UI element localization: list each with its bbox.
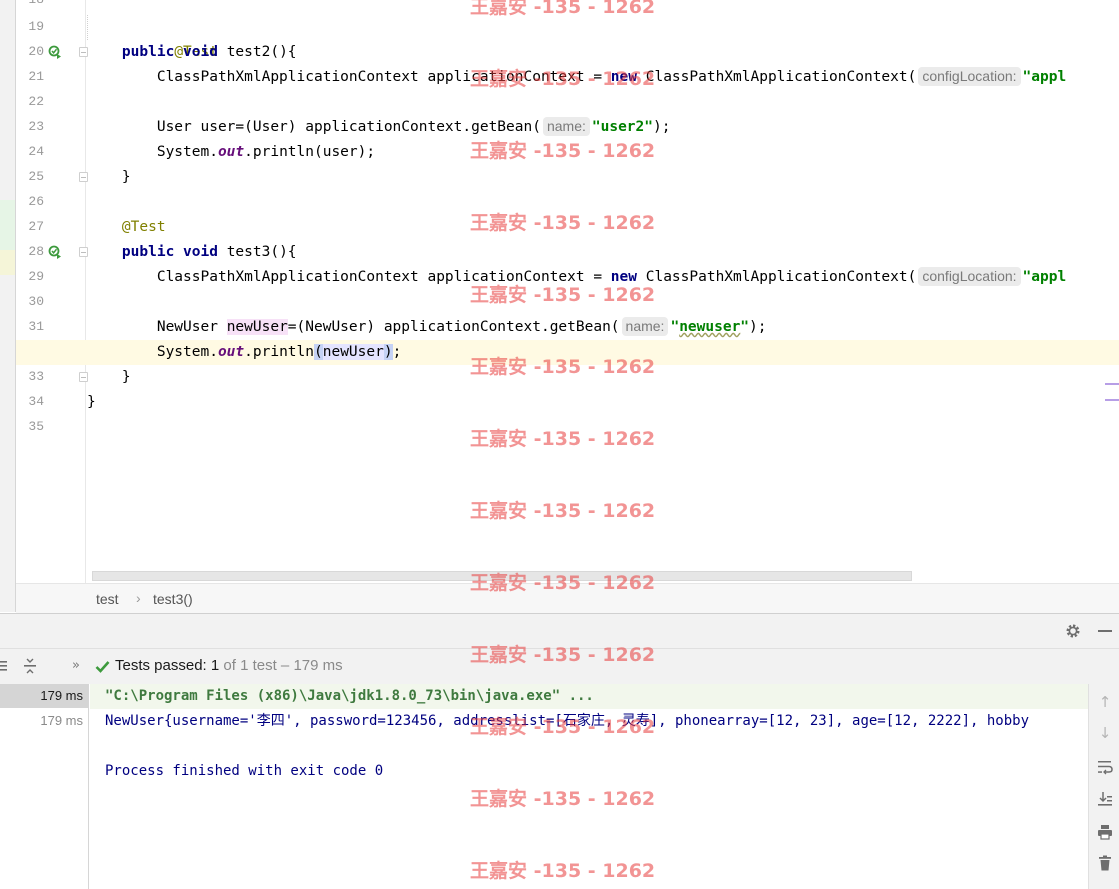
- code-line: }: [87, 394, 96, 410]
- sort-icon[interactable]: [22, 658, 38, 674]
- param-hint: name:: [542, 117, 590, 136]
- breadcrumb-separator: ›: [136, 590, 141, 606]
- line-number: 33: [28, 369, 44, 384]
- test-tree-row-selected[interactable]: 179 ms: [0, 684, 88, 708]
- breadcrumb-class[interactable]: test: [96, 591, 119, 607]
- line-number: 23: [28, 119, 44, 134]
- project-panel-edge[interactable]: er ory nt es: [0, 0, 16, 612]
- code-line: ClassPathXmlApplicationContext applicati…: [156, 267, 1067, 286]
- code-line: System.out.println(user);: [156, 144, 376, 160]
- run-panel-header: [0, 613, 1119, 648]
- line-number: 34: [28, 394, 44, 409]
- line-number: 18: [22, 0, 44, 7]
- code-line: User user=(User) applicationContext.getB…: [156, 117, 671, 136]
- code-line: }: [121, 169, 131, 185]
- console-side-toolbar: ↑ ↓: [1088, 684, 1119, 889]
- print-icon[interactable]: [1097, 824, 1113, 840]
- soft-wrap-icon[interactable]: [1097, 759, 1113, 775]
- trash-icon[interactable]: [1097, 855, 1113, 871]
- param-hint: configLocation:: [918, 67, 1021, 86]
- error-stripe[interactable]: [1105, 383, 1119, 403]
- line-number: 19: [28, 19, 44, 34]
- line-number: 25: [28, 169, 44, 184]
- line-number: 28: [28, 244, 44, 259]
- code-editor[interactable]: 18 19 20 21 22 23 24 25 26 27 28 29 30 3…: [0, 0, 1119, 583]
- console-output-line: NewUser{username='李四', password=123456, …: [105, 713, 1030, 729]
- run-test-icon[interactable]: [48, 245, 62, 259]
- line-number: 27: [28, 219, 44, 234]
- code-line: }: [121, 369, 131, 385]
- console-command-line[interactable]: "C:\Program Files (x86)\Java\jdk1.8.0_73…: [105, 684, 594, 709]
- code-area[interactable]: @Test public void test2(){ ClassPathXmlA…: [16, 0, 1119, 583]
- breadcrumb: test › test3(): [16, 583, 1119, 613]
- check-icon: [95, 661, 110, 673]
- scroll-down-icon[interactable]: ↓: [1097, 725, 1113, 741]
- line-number: 22: [28, 94, 44, 109]
- more-icon[interactable]: »: [72, 658, 80, 673]
- code-line: public void test2(){: [121, 44, 297, 60]
- scroll-up-icon[interactable]: ↑: [1097, 694, 1113, 710]
- line-number: 29: [28, 269, 44, 284]
- param-hint: configLocation:: [918, 267, 1021, 286]
- line-number: 24: [28, 144, 44, 159]
- line-number: 35: [28, 419, 44, 434]
- param-hint: name:: [621, 317, 669, 336]
- breadcrumb-method[interactable]: test3(): [153, 591, 193, 607]
- collapse-all-icon[interactable]: [0, 659, 8, 673]
- code-line: @Test: [87, 15, 1119, 60]
- minimize-icon[interactable]: [1098, 630, 1112, 632]
- line-number: 30: [28, 294, 44, 309]
- code-line: @Test: [121, 219, 166, 235]
- test-tree-row[interactable]: 179 ms: [0, 709, 88, 733]
- code-line: ClassPathXmlApplicationContext applicati…: [156, 67, 1067, 86]
- line-number: 21: [28, 69, 44, 84]
- code-line-current: System.out.println(newUser);: [16, 340, 1119, 365]
- run-test-icon[interactable]: [48, 45, 62, 59]
- test-results-tree[interactable]: 179 ms 179 ms: [0, 684, 89, 889]
- code-line: public void test3(){: [121, 244, 297, 260]
- run-toolbar: » Tests passed: 1 of 1 test – 179 ms: [0, 648, 1119, 684]
- console-output-line: Process finished with exit code 0: [105, 763, 384, 779]
- code-line: NewUser newUser=(NewUser) applicationCon…: [156, 317, 767, 336]
- console-output[interactable]: "C:\Program Files (x86)\Java\jdk1.8.0_73…: [90, 684, 1088, 889]
- horizontal-scrollbar[interactable]: [92, 571, 912, 581]
- scroll-to-end-icon[interactable]: [1097, 791, 1113, 807]
- line-number: 31: [28, 319, 44, 334]
- line-number: 20: [28, 44, 44, 59]
- editor-gutter: 18 19 20 21 22 23 24 25 26 27 28 29 30 3…: [16, 0, 88, 583]
- line-number: 26: [28, 194, 44, 209]
- test-status: Tests passed: 1 of 1 test – 179 ms: [115, 657, 343, 674]
- gear-icon[interactable]: [1065, 623, 1081, 639]
